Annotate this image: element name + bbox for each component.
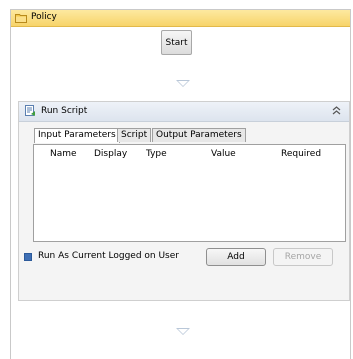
policy-header[interactable]: Policy bbox=[11, 10, 350, 27]
column-header-display[interactable]: Display bbox=[94, 149, 127, 159]
column-header-value[interactable]: Value bbox=[211, 149, 236, 159]
run-script-title: Run Script bbox=[41, 106, 88, 116]
start-button[interactable]: Start bbox=[161, 30, 192, 55]
run-as-label: Run As Current Logged on User bbox=[38, 251, 179, 261]
collapse-chevron-icon[interactable] bbox=[332, 106, 341, 118]
tab-script[interactable]: Script bbox=[117, 128, 152, 142]
script-icon bbox=[24, 105, 36, 117]
column-header-type[interactable]: Type bbox=[146, 149, 167, 159]
policy-title: Policy bbox=[31, 12, 57, 22]
column-header-name[interactable]: Name bbox=[50, 149, 77, 159]
remove-button[interactable]: Remove bbox=[273, 248, 333, 266]
tab-input-parameters[interactable]: Input Parameters bbox=[34, 128, 120, 143]
add-button[interactable]: Add bbox=[206, 248, 266, 266]
parameters-table[interactable]: Name Display Type Value Required bbox=[33, 144, 346, 242]
column-header-required[interactable]: Required bbox=[281, 149, 321, 159]
run-as-checkbox[interactable] bbox=[24, 253, 32, 261]
folder-icon bbox=[15, 13, 27, 23]
flow-arrow-down-icon bbox=[176, 80, 190, 87]
flow-arrow-down-icon bbox=[176, 328, 190, 335]
tab-output-parameters[interactable]: Output Parameters bbox=[152, 128, 246, 142]
run-script-header[interactable]: Run Script bbox=[19, 102, 349, 122]
